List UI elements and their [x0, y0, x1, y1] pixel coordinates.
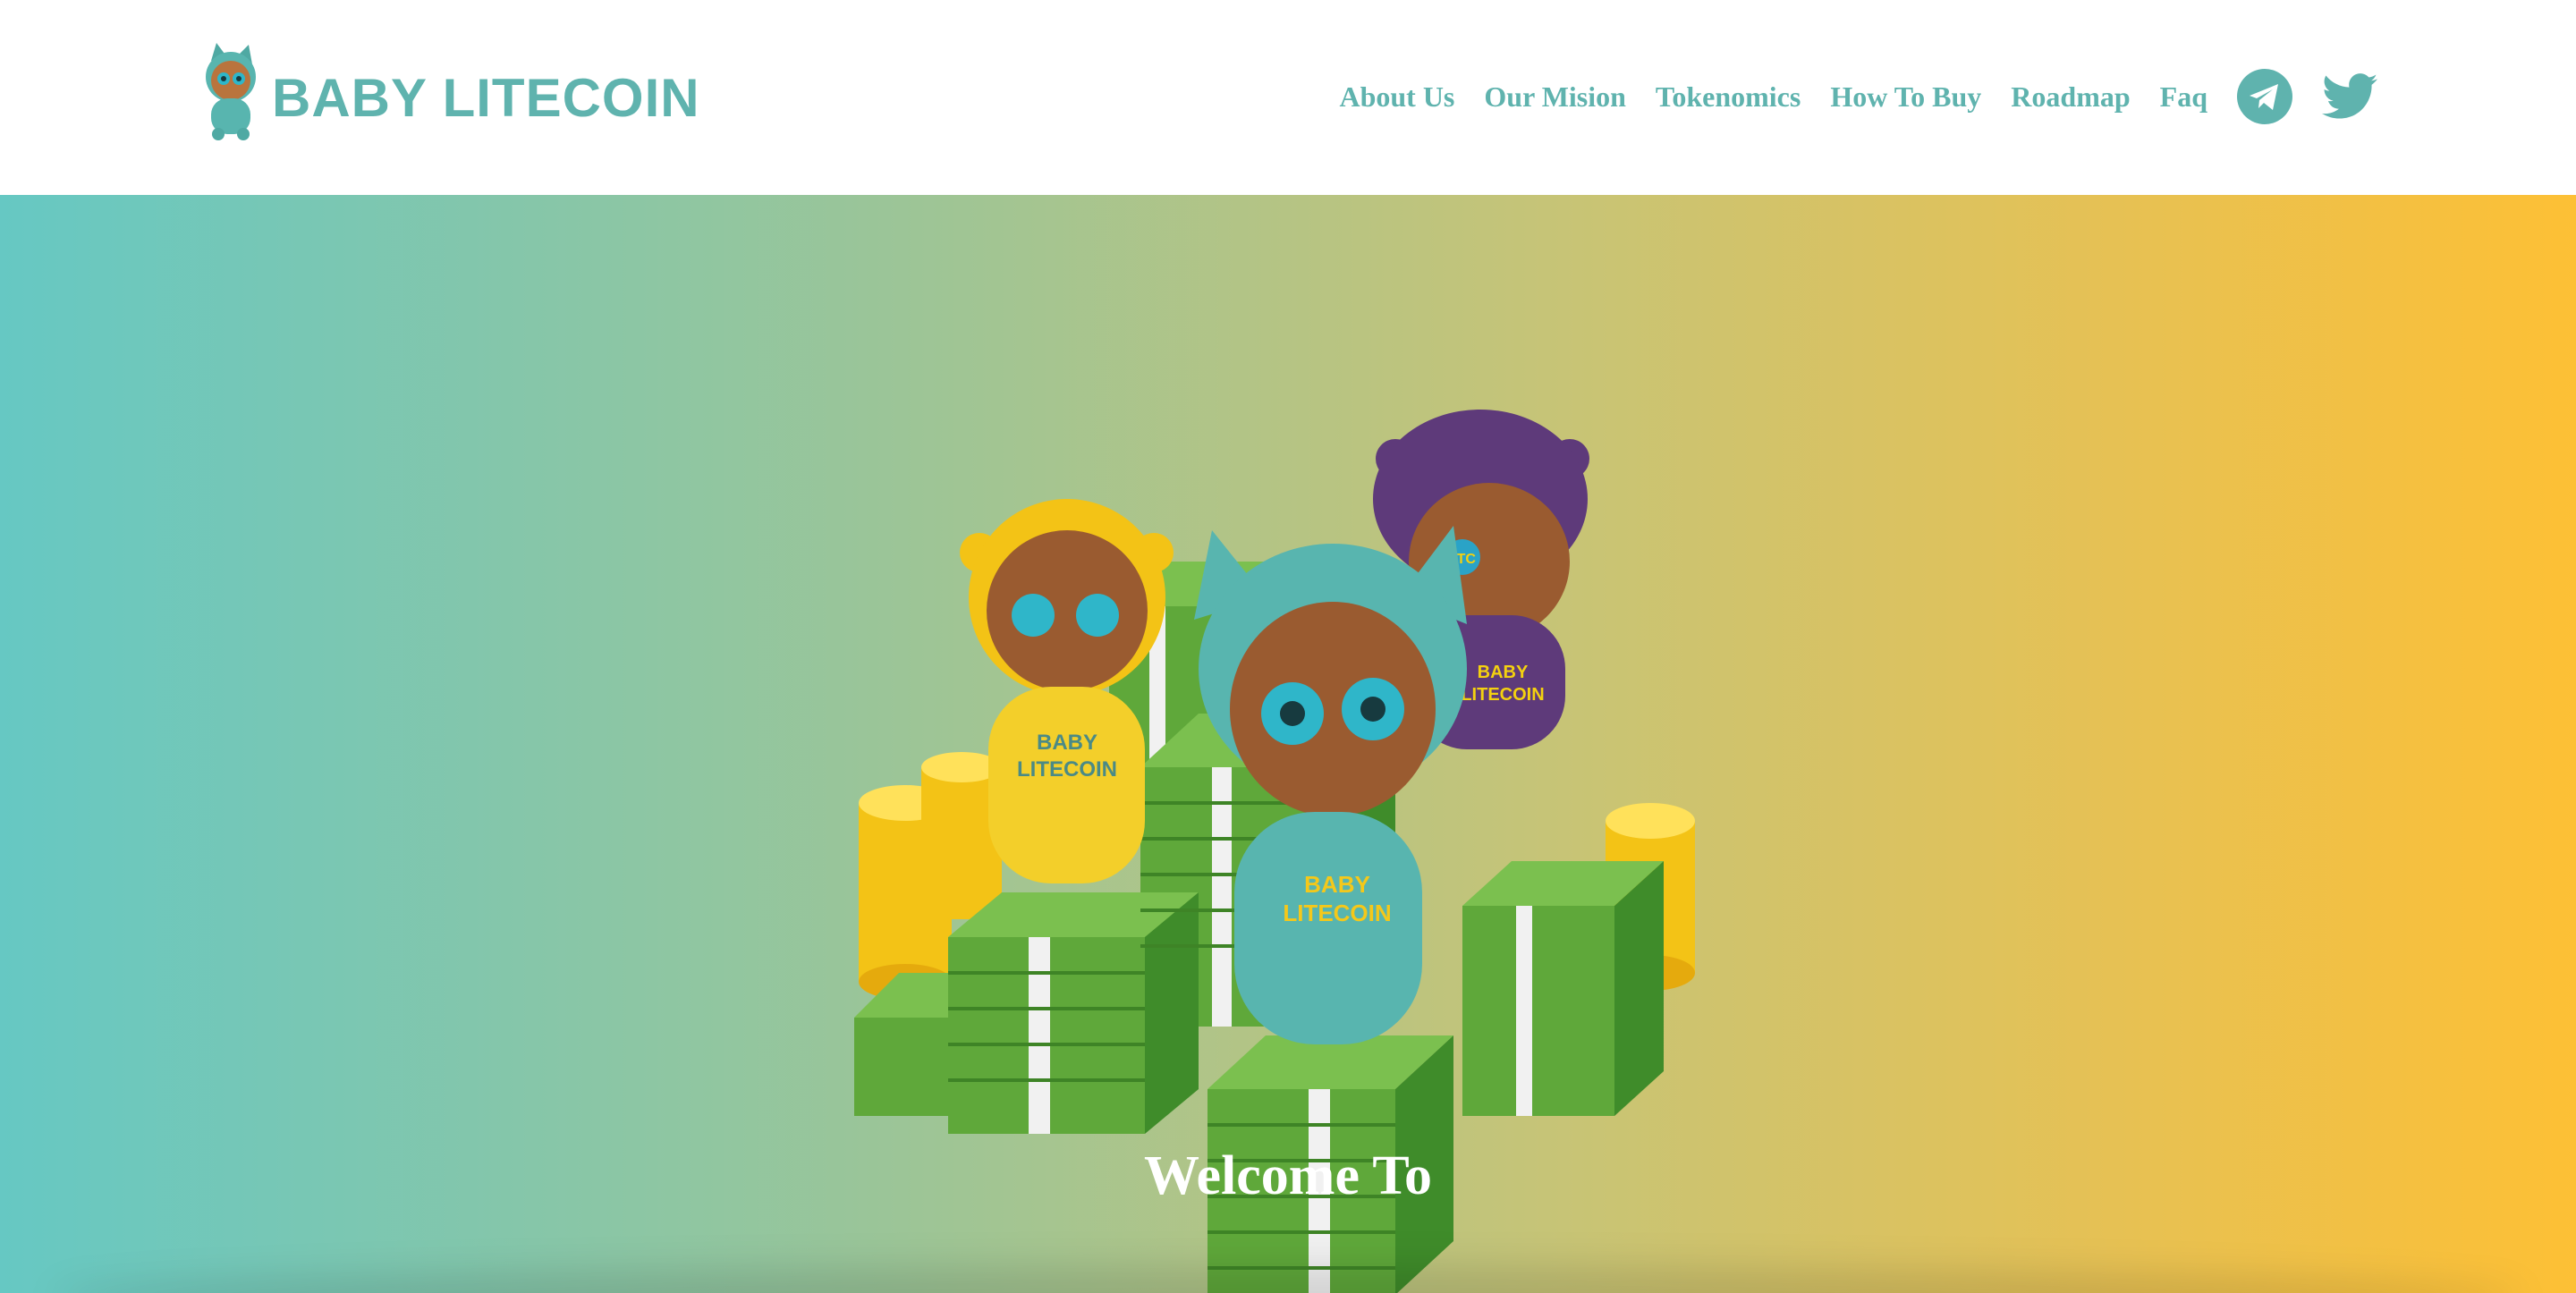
svg-text:BABY: BABY: [1478, 663, 1529, 682]
twitter-link[interactable]: [2322, 69, 2377, 124]
svg-text:LITECOIN: LITECOIN: [1017, 757, 1117, 782]
welcome-heading: Welcome To: [1143, 1145, 1433, 1206]
svg-text:BABY: BABY: [1304, 871, 1370, 898]
telegram-link[interactable]: [2237, 69, 2292, 124]
svg-text:LITECOIN: LITECOIN: [1461, 685, 1544, 705]
brand-name: BABY LITECOIN: [272, 67, 700, 128]
hero-bottom-shadow: [54, 1266, 2522, 1293]
nav-our-mission[interactable]: Our Mision: [1484, 80, 1626, 114]
svg-text:LITECOIN: LITECOIN: [1283, 900, 1391, 926]
telegram-icon: [2237, 69, 2292, 124]
nav-how-to-buy[interactable]: How To Buy: [1830, 80, 1981, 114]
baby-mascot-logo-icon: [206, 43, 256, 140]
site-header: BABY LITECOIN About Us Our Mision Tokeno…: [0, 0, 2576, 195]
svg-text:BABY: BABY: [1037, 731, 1097, 755]
nav-about-us[interactable]: About Us: [1339, 80, 1454, 114]
main-nav: About Us Our Mision Tokenomics How To Bu…: [1309, 63, 2377, 131]
hero-section: LTC BABY LITECOIN BABY LITECOIN BABY LIT…: [0, 195, 2576, 1293]
brand-logo[interactable]: BABY LITECOIN: [199, 38, 700, 145]
nav-faq[interactable]: Faq: [2160, 80, 2207, 114]
money-stack-right: [1462, 861, 1664, 1116]
nav-tokenomics[interactable]: Tokenomics: [1656, 80, 1801, 114]
nav-roadmap[interactable]: Roadmap: [2011, 80, 2130, 114]
twitter-icon: [2322, 73, 2377, 119]
